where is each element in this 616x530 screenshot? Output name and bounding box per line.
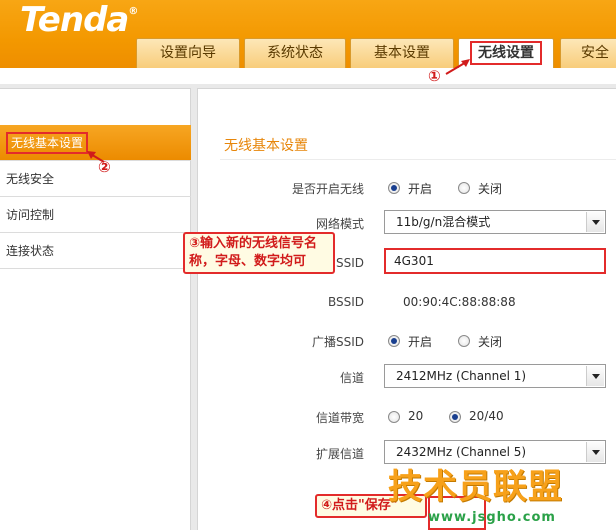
bandwidth-20-label: 20 [408, 409, 424, 423]
chevron-down-icon [586, 366, 604, 386]
header-strip [0, 68, 616, 84]
chevron-down-icon [586, 212, 604, 232]
network-mode-value: 11b/g/n混合模式 [396, 215, 491, 229]
ext-channel-label: 扩展信道 [315, 447, 364, 461]
enable-wireless-on-label: 开启 [408, 182, 433, 196]
bandwidth-label: 信道带宽 [315, 411, 364, 425]
enable-wireless-off-label: 关闭 [478, 182, 503, 196]
sidebar-item-access-control[interactable]: 访问控制 [0, 197, 191, 233]
bandwidth-20-radio[interactable] [388, 411, 400, 423]
broadcast-ssid-off-radio[interactable] [458, 335, 470, 347]
network-mode-label: 网络模式 [315, 217, 364, 231]
enable-wireless-label: 是否开启无线 [291, 182, 364, 196]
step1-marker: ① [428, 67, 441, 85]
divider [220, 159, 616, 160]
channel-select[interactable]: 2412MHz (Channel 1) [384, 364, 606, 388]
sidebar-item-label: 无线基本设置 [6, 132, 89, 154]
sidebar-item-label: 访问控制 [6, 208, 55, 222]
watermark-url: www.jsgho.com [428, 510, 556, 525]
top-header: Tenda® 设置向导 系统状态 基本设置 无线设置 安全 [0, 0, 616, 68]
bandwidth-2040-label: 20/40 [469, 409, 504, 423]
step1-arrow [445, 59, 470, 75]
chevron-down-icon [586, 442, 604, 462]
broadcast-ssid-off-label: 关闭 [478, 335, 503, 349]
step3-callout: ③输入新的无线信号名 称，字母、数字均可 [183, 232, 335, 274]
bssid-value: 00:90:4C:88:88:88 [403, 295, 516, 309]
tab-basic-settings[interactable]: 基本设置 [350, 38, 454, 68]
sidebar-item-connection-status[interactable]: 连接状态 [0, 233, 191, 269]
step3-text-line1: ③输入新的无线信号名 [189, 236, 318, 251]
bandwidth-2040-radio[interactable] [449, 411, 461, 423]
tab-security[interactable]: 安全 [560, 38, 616, 68]
ssid-input[interactable] [384, 248, 606, 274]
wireless-tab-highlight: 无线设置 [470, 41, 542, 65]
enable-wireless-off-radio[interactable] [458, 182, 470, 194]
step2-marker: ② [98, 158, 111, 176]
broadcast-ssid-on-radio[interactable] [388, 335, 400, 347]
section-title: 无线基本设置 [224, 138, 308, 154]
channel-label: 信道 [339, 371, 364, 385]
sidebar-item-label: 无线安全 [6, 172, 55, 186]
ssid-label: SSID [335, 256, 364, 270]
sidebar-item-label: 连接状态 [6, 244, 55, 258]
bssid-label: BSSID [327, 295, 364, 309]
tenda-logo: Tenda® [20, 0, 138, 40]
network-mode-select[interactable]: 11b/g/n混合模式 [384, 210, 606, 234]
broadcast-ssid-label: 广播SSID [311, 335, 364, 349]
ext-channel-value: 2432MHz (Channel 5) [396, 445, 527, 459]
tab-system-status[interactable]: 系统状态 [244, 38, 346, 68]
watermark-logo: 技术员联盟 [388, 467, 563, 507]
tab-setup-wizard[interactable]: 设置向导 [136, 38, 240, 68]
broadcast-ssid-on-label: 开启 [408, 335, 433, 349]
step3-text-line2: 称，字母、数字均可 [189, 254, 307, 269]
channel-value: 2412MHz (Channel 1) [396, 369, 527, 383]
enable-wireless-on-radio[interactable] [388, 182, 400, 194]
